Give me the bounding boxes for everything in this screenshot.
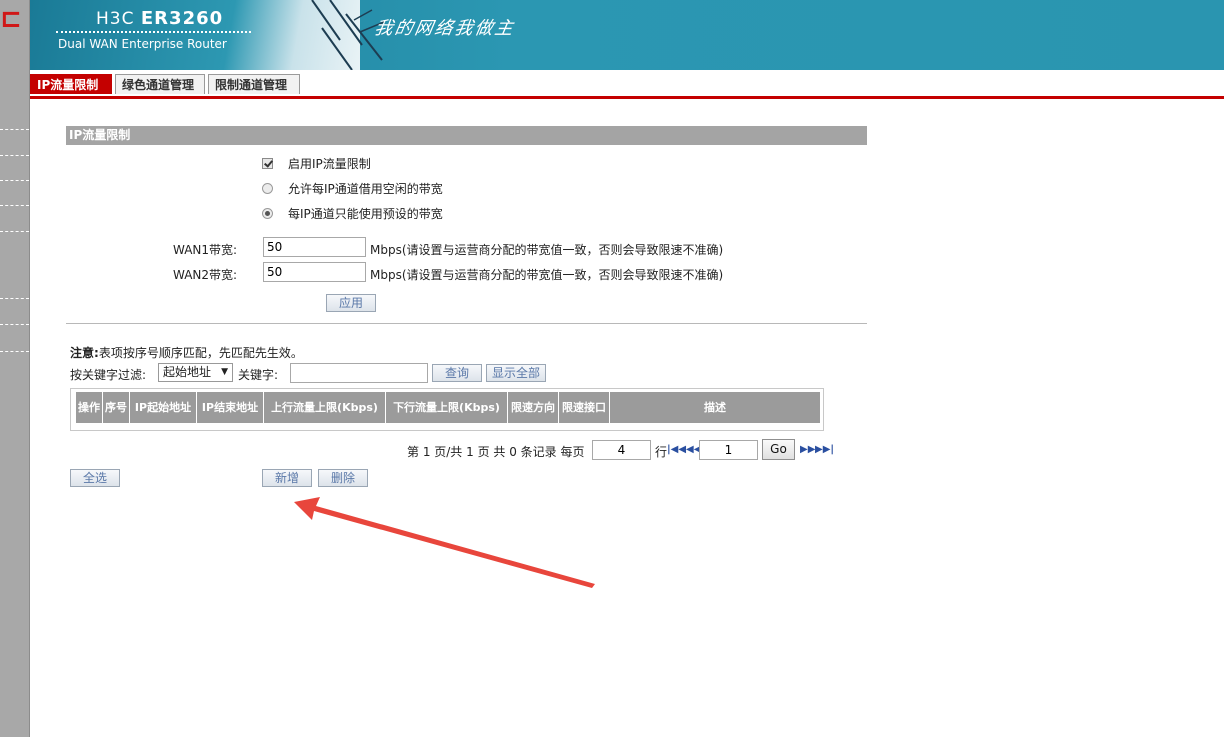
router-subtitle: Dual WAN Enterprise Router — [58, 37, 227, 51]
select-all-button[interactable]: 全选 — [70, 469, 120, 487]
per-page-input[interactable] — [592, 440, 651, 460]
pager-summary: 第 1 页/共 1 页 共 0 条记录 每页 — [407, 445, 585, 459]
tab-label: IP流量限制 — [37, 78, 99, 92]
sidebar-divider — [0, 324, 29, 325]
go-button[interactable]: Go — [762, 439, 795, 460]
column-header: 下行流量上限(Kbps) — [386, 392, 508, 423]
enable-ip-limit-checkbox[interactable] — [262, 158, 273, 169]
wan1-unit-note: Mbps(请设置与运营商分配的带宽值一致，否则会导致限速不准确) — [370, 243, 724, 257]
add-button[interactable]: 新增 — [262, 469, 312, 487]
first-page-icon[interactable]: |◀◀ — [667, 444, 686, 455]
header-banner: H3C ER3260 Dual WAN Enterprise Router 我的… — [30, 0, 1224, 70]
keyword-input[interactable] — [290, 363, 428, 383]
dotted-divider — [56, 31, 251, 33]
note-line: 注意:表项按序号顺序匹配，先匹配先生效。 — [70, 344, 303, 361]
rows-label: 行 — [655, 445, 668, 459]
fixed-bandwidth-label: 每IP通道只能使用预设的带宽 — [288, 207, 443, 221]
wan2-label: WAN2带宽: — [173, 268, 238, 282]
search-button[interactable]: 查询 — [432, 364, 482, 382]
filter-field-select[interactable]: 起始地址 ▼ — [158, 363, 233, 382]
section-title: IP流量限制 — [66, 126, 867, 145]
next-page-icon[interactable]: ▶▶ — [800, 444, 815, 455]
model-prefix: H3C — [96, 9, 135, 29]
tab-bar: IP流量限制 绿色通道管理 限制通道管理 — [30, 74, 1224, 99]
sidebar-edge-icon: ⊏ — [0, 4, 22, 34]
wan1-bandwidth-input[interactable] — [263, 237, 366, 257]
borrow-bandwidth-radio[interactable] — [262, 183, 273, 194]
sidebar-divider — [0, 351, 29, 352]
tab-ip-traffic-limit[interactable]: IP流量限制 — [30, 74, 112, 94]
fixed-bandwidth-radio[interactable] — [262, 208, 273, 219]
fixed-option: 每IP通道只能使用预设的带宽 — [262, 206, 443, 222]
sidebar-divider — [0, 298, 29, 299]
sidebar-divider — [0, 231, 29, 232]
sidebar-divider — [0, 205, 29, 206]
column-header: 上行流量上限(Kbps) — [264, 392, 386, 423]
filter-label: 按关键字过滤: — [70, 368, 147, 382]
model-name: ER3260 — [140, 8, 224, 29]
borrow-option: 允许每IP通道借用空闲的带宽 — [262, 181, 443, 197]
sidebar-divider — [0, 180, 29, 181]
wan1-label: WAN1带宽: — [173, 243, 238, 257]
note-text: 表项按序号顺序匹配，先匹配先生效。 — [98, 346, 303, 360]
column-header: IP起始地址 — [130, 392, 197, 423]
column-header: IP结束地址 — [197, 392, 264, 423]
last-page-icon[interactable]: ▶▶| — [815, 444, 834, 455]
enable-option: 启用IP流量限制 — [262, 156, 371, 172]
column-header: 限速方向 — [508, 392, 559, 423]
keyword-label: 关键字: — [238, 368, 279, 382]
apply-button[interactable]: 应用 — [326, 294, 376, 312]
rules-table: 操作 序号 IP起始地址 IP结束地址 上行流量上限(Kbps) 下行流量上限(… — [70, 388, 824, 431]
tab-limit-channel[interactable]: 限制通道管理 — [208, 74, 300, 94]
router-model: H3C ER3260 — [96, 8, 223, 29]
tab-label: 绿色通道管理 — [122, 78, 195, 92]
tab-label: 限制通道管理 — [215, 78, 288, 92]
column-header: 操作 — [76, 392, 103, 423]
annotation-arrow-icon — [294, 497, 595, 588]
wan2-unit-note: Mbps(请设置与运营商分配的带宽值一致，否则会导致限速不准确) — [370, 268, 724, 282]
tab-green-channel[interactable]: 绿色通道管理 — [115, 74, 205, 94]
borrow-bandwidth-label: 允许每IP通道借用空闲的带宽 — [288, 182, 443, 196]
page-number-input[interactable] — [699, 440, 758, 460]
filter-select-value: 起始地址 — [163, 365, 212, 379]
table-header-row: 操作 序号 IP起始地址 IP结束地址 上行流量上限(Kbps) 下行流量上限(… — [76, 392, 820, 423]
delete-button[interactable]: 删除 — [318, 469, 368, 487]
column-header: 描述 — [704, 401, 726, 414]
show-all-button[interactable]: 显示全部 — [486, 364, 546, 382]
sidebar-divider — [0, 129, 29, 130]
enable-ip-limit-label: 启用IP流量限制 — [288, 157, 371, 171]
wan2-bandwidth-input[interactable] — [263, 262, 366, 282]
banner-slogan: 我的网络我做主 — [372, 18, 517, 39]
section-divider — [66, 323, 867, 324]
left-sidebar: ⊏ — [0, 0, 30, 737]
note-label: 注意: — [70, 346, 99, 360]
dropdown-arrow-icon: ▼ — [221, 367, 228, 377]
column-header: 序号 — [103, 392, 130, 423]
sidebar-divider — [0, 155, 29, 156]
column-header: 限速接口 — [559, 392, 610, 423]
